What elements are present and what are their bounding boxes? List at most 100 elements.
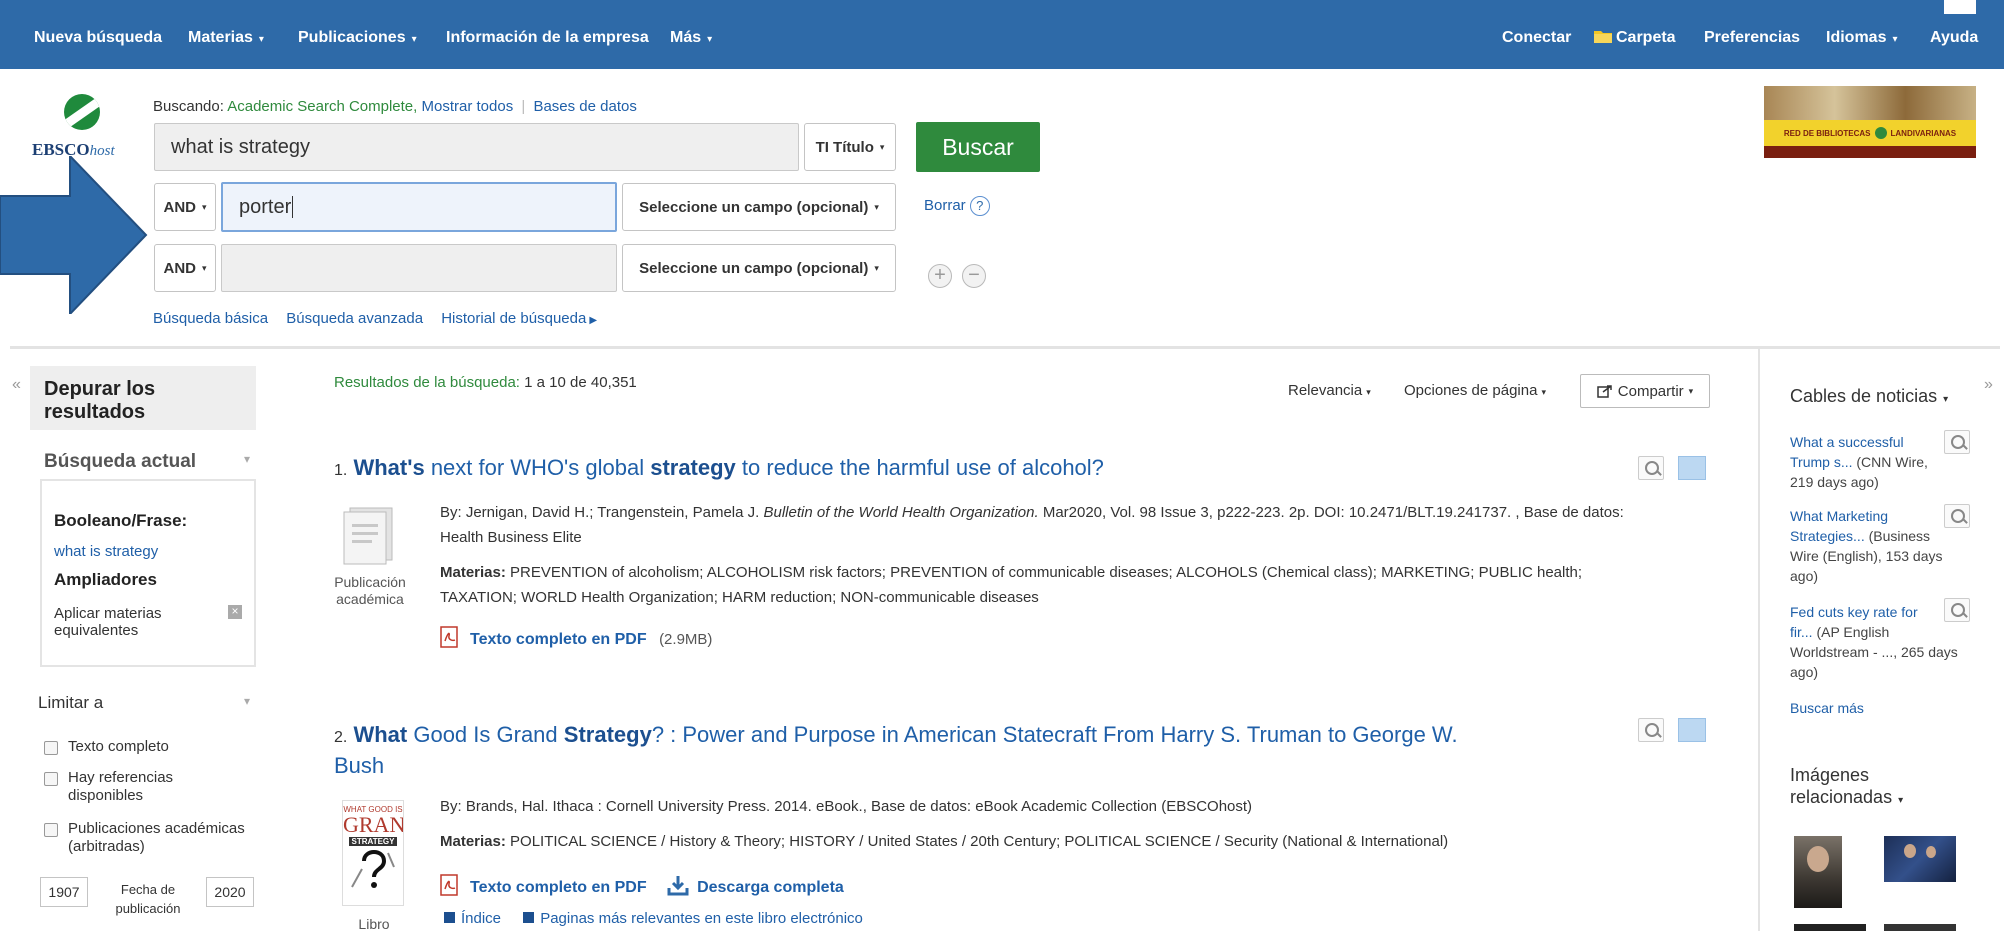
preview-icon[interactable] [1944, 504, 1970, 528]
nav-folder[interactable]: Carpeta [1594, 29, 1676, 47]
news-item-3-link-a[interactable]: Fed cuts key rate for [1790, 604, 1918, 620]
remove-row-icon[interactable]: − [962, 264, 986, 288]
search-input-1[interactable]: what is strategy [154, 123, 799, 171]
nav-publications[interactable]: Publicaciones ▾ [298, 29, 417, 47]
related-image-1[interactable] [1794, 836, 1842, 908]
preview-icon[interactable] [1638, 456, 1664, 480]
help-icon[interactable]: ? [969, 196, 990, 216]
result-1-title[interactable]: 1. What's next for WHO's global strategy… [334, 455, 1104, 481]
current-search-header[interactable]: Búsqueda actual [44, 451, 196, 473]
clear-link[interactable]: Borrar [924, 197, 966, 214]
result-2-title-d: ? : Power and Purpose in American Statec… [651, 722, 1458, 747]
preview-icon[interactable] [1944, 430, 1970, 454]
search-button[interactable]: Buscar [916, 122, 1040, 172]
basic-search-link[interactable]: Búsqueda básica [153, 310, 268, 327]
nav-preferences[interactable]: Preferencias [1704, 29, 1800, 47]
result-1-byline: By: Jernigan, David H.; Trangenstein, Pa… [440, 500, 1712, 550]
add-to-folder-icon[interactable] [1678, 718, 1706, 742]
result-2-title[interactable]: 2. What Good Is Grand Strategy? : Power … [334, 721, 1574, 780]
searching-line: Buscando: Academic Search Complete, Most… [153, 98, 637, 115]
chevron-down-icon: ▾ [1898, 795, 1904, 806]
search-mode-links: Búsqueda básica Búsqueda avanzada Histor… [153, 310, 597, 327]
window-corner [1944, 0, 2004, 14]
news-item-3: Fed cuts key rate for fir... (AP English… [1790, 602, 1970, 682]
nav-new-search[interactable]: Nueva búsqueda [34, 29, 162, 47]
apply-subjects-label: Aplicar materias equivalentes [54, 605, 162, 639]
search-input-2[interactable]: porter [221, 182, 617, 232]
news-item-3-source: (AP English [1812, 624, 1890, 640]
add-row-icon[interactable]: + [928, 264, 952, 288]
field-select-2[interactable]: Seleccione un campo (opcional) ▾ [622, 183, 896, 231]
show-all-link[interactable]: Mostrar todos [422, 98, 514, 115]
databases-link[interactable]: Bases de datos [533, 98, 636, 115]
peer-reviewed-checkbox[interactable] [44, 823, 58, 837]
result-1-number: 1. [334, 462, 348, 479]
news-item-2-link-b[interactable]: Strategies... [1790, 528, 1865, 544]
query-link[interactable]: what is strategy [54, 543, 158, 560]
fulltext-checkbox[interactable] [44, 741, 58, 755]
year-from-input[interactable]: 1907 [40, 877, 88, 907]
result-2-download-link[interactable]: Descarga completa [697, 879, 844, 896]
field-select-1[interactable]: TI Título ▾ [804, 123, 896, 171]
chevron-down-icon[interactable]: ▾ [244, 452, 250, 466]
news-item-2-link-a[interactable]: What Marketing [1790, 508, 1888, 524]
result-2-index-link[interactable]: Índice [461, 910, 501, 927]
search-history-link[interactable]: Historial de búsqueda ▶ [441, 310, 597, 327]
nav-sign-in[interactable]: Conectar [1502, 29, 1571, 47]
result-1-pdf: Texto completo en PDF (2.9MB) [440, 626, 712, 649]
pdf-icon [440, 626, 458, 648]
search-more-link[interactable]: Buscar más [1790, 700, 1864, 716]
collapse-left-icon[interactable]: « [12, 376, 21, 394]
boolean-select-2[interactable]: AND ▾ [154, 183, 216, 231]
nav-help[interactable]: Ayuda [1930, 29, 1978, 47]
limit-to-header[interactable]: Limitar a [38, 693, 103, 713]
current-search-panel: Booleano/Frase: what is strategy Ampliad… [40, 479, 256, 667]
share-icon [1597, 385, 1612, 398]
related-image-3[interactable] [1794, 924, 1866, 931]
page-options-dropdown[interactable]: Opciones de página ▾ [1404, 382, 1546, 399]
result-2-pages-link[interactable]: Paginas más relevantes en este libro ele… [540, 910, 863, 927]
references-checkbox[interactable] [44, 772, 58, 786]
chevron-down-icon: ▾ [411, 34, 417, 45]
result-2-pdf-link[interactable]: Texto completo en PDF [470, 879, 647, 896]
boolean-select-3[interactable]: AND ▾ [154, 244, 216, 292]
search-input-1-value: what is strategy [171, 135, 310, 158]
field-select-3[interactable]: Seleccione un campo (opcional) ▾ [622, 244, 896, 292]
publication-date-label: Fecha de publicación [115, 882, 181, 916]
result-1-pdf-link[interactable]: Texto completo en PDF [470, 631, 647, 648]
newswires-header[interactable]: Cables de noticias ▾ [1790, 386, 1948, 407]
searching-database: Academic Search Complete, [227, 98, 418, 115]
advanced-search-link[interactable]: Búsqueda avanzada [286, 310, 423, 327]
collapse-right-icon[interactable]: » [1984, 376, 1993, 394]
nav-subjects[interactable]: Materias ▾ [188, 29, 264, 47]
remove-expander-icon[interactable]: × [228, 605, 242, 619]
news-item-1-link-b[interactable]: Trump s... [1790, 454, 1853, 470]
news-item-1-link-a[interactable]: What a successful [1790, 434, 1904, 450]
nav-more[interactable]: Más ▾ [670, 29, 712, 47]
related-images-header[interactable]: Imágenes relacionadas ▾ [1790, 764, 1940, 812]
related-image-2[interactable] [1884, 836, 1956, 882]
result-1-authors: By: Jernigan, David H.; Trangenstein, Pa… [440, 504, 764, 521]
result-2-title-e: Bush [334, 753, 385, 778]
preview-icon[interactable] [1944, 598, 1970, 622]
relevance-label: Relevancia [1288, 382, 1363, 399]
preview-icon[interactable] [1638, 718, 1664, 742]
year-to-input[interactable]: 2020 [206, 877, 254, 907]
add-to-folder-icon[interactable] [1678, 456, 1706, 480]
chevron-down-icon: ▾ [1892, 34, 1898, 45]
chevron-down-icon: ▾ [874, 262, 879, 273]
expanders-label: Ampliadores [54, 570, 157, 589]
chevron-down-icon: ▾ [1541, 387, 1546, 397]
pages-icon [523, 912, 535, 923]
share-button[interactable]: Compartir ▾ [1580, 374, 1710, 408]
related-image-4[interactable] [1884, 924, 1956, 931]
chevron-down-icon: ▾ [707, 34, 713, 45]
search-input-3[interactable] [221, 244, 617, 292]
news-item-1-source: (CNN Wire, [1852, 454, 1928, 470]
chevron-down-icon[interactable]: ▾ [244, 694, 250, 708]
nav-company-info[interactable]: Información de la empresa [446, 29, 649, 47]
news-item-3-link-b[interactable]: fir... [1790, 624, 1813, 640]
nav-languages[interactable]: Idiomas ▾ [1826, 29, 1898, 47]
relevance-dropdown[interactable]: Relevancia ▾ [1288, 382, 1371, 399]
news-item-3-date-end: ago) [1790, 664, 1819, 680]
